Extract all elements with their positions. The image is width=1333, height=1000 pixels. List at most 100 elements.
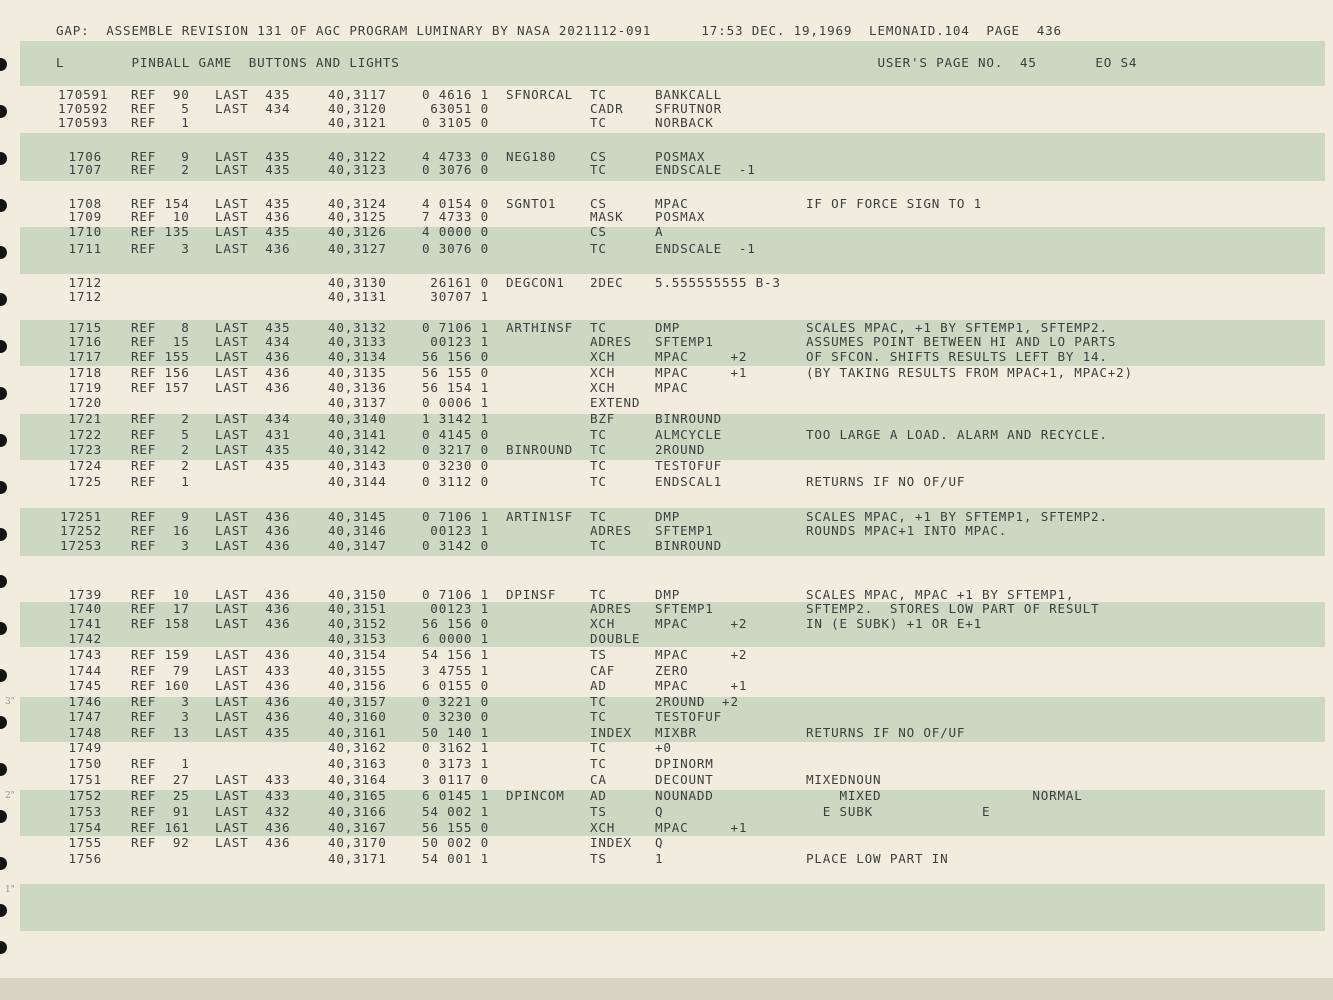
- row-operand: 1: [655, 851, 664, 866]
- row-code: 56 155 0: [421, 820, 489, 835]
- row-comment: SCALES MPAC, MPAC +1 BY SFTEMP1,: [806, 587, 1075, 602]
- row-operand: TESTOFUF: [655, 709, 723, 724]
- row-addr: 40,3162: [328, 740, 387, 755]
- row-code: 56 155 0: [421, 365, 489, 380]
- row-code: 50 002 0: [421, 835, 489, 850]
- row-last: LAST 434: [215, 411, 291, 426]
- row-addr: 40,3151: [328, 601, 387, 616]
- row-ref: REF 3: [131, 694, 190, 709]
- row-addr: 40,3140: [328, 411, 387, 426]
- row-operand: MPAC +2: [655, 349, 748, 364]
- row-seq: 1742: [68, 631, 102, 646]
- row-operand: DMP: [655, 587, 681, 602]
- row-operand: A: [655, 224, 664, 239]
- row-seq: 1740: [68, 601, 102, 616]
- row-ref: REF 3: [131, 709, 190, 724]
- row-ref: REF 2: [131, 162, 190, 177]
- row-code: 00123 1: [413, 601, 489, 616]
- row-addr: 40,3135: [328, 365, 387, 380]
- feed-hole: [0, 857, 7, 870]
- row-addr: 40,3170: [328, 835, 387, 850]
- row-seq: 1751: [68, 772, 102, 787]
- row-ref: REF 2: [131, 411, 190, 426]
- row-ref: REF 92: [131, 835, 190, 850]
- row-op: INDEX: [590, 835, 632, 850]
- row-seq: 1747: [68, 709, 102, 724]
- feed-hole: [0, 763, 7, 776]
- feed-hole: [0, 904, 7, 917]
- row-ref: REF 160: [131, 678, 190, 693]
- row-label: ARTHINSF: [506, 320, 574, 335]
- row-seq: 1750: [68, 756, 102, 771]
- row-comment: SCALES MPAC, +1 BY SFTEMP1, SFTEMP2.: [806, 509, 1108, 524]
- row-operand: +0: [655, 740, 672, 755]
- row-ref: REF 158: [131, 616, 190, 631]
- row-last: LAST 435: [215, 162, 291, 177]
- row-seq: 1741: [68, 616, 102, 631]
- row-addr: 40,3117: [328, 87, 387, 102]
- row-op: TC: [590, 756, 607, 771]
- row-operand: SFTEMP1: [655, 523, 714, 538]
- row-seq: 1739: [68, 587, 102, 602]
- row-op: TC: [590, 694, 607, 709]
- row-code: 0 7106 1: [421, 509, 489, 524]
- row-op: 2DEC: [590, 275, 624, 290]
- row-seq: 170591: [58, 87, 109, 102]
- row-addr: 40,3153: [328, 631, 387, 646]
- row-last: LAST 432: [215, 804, 291, 819]
- row-ref: REF 27: [131, 772, 190, 787]
- row-operand: POSMAX: [655, 209, 706, 224]
- row-code: 0 3076 0: [421, 162, 489, 177]
- row-op: ADRES: [590, 334, 632, 349]
- row-addr: 40,3142: [328, 442, 387, 457]
- row-addr: 40,3127: [328, 241, 387, 256]
- row-addr: 40,3163: [328, 756, 387, 771]
- row-comment: PLACE LOW PART IN: [806, 851, 949, 866]
- row-addr: 40,3130: [328, 275, 387, 290]
- row-ref: REF 3: [131, 241, 190, 256]
- row-addr: 40,3137: [328, 395, 387, 410]
- feed-hole: [0, 528, 7, 541]
- row-seq: 1725: [68, 474, 102, 489]
- row-op: EXTEND: [590, 395, 641, 410]
- row-op: TS: [590, 647, 607, 662]
- row-op: TS: [590, 804, 607, 819]
- row-op: CA: [590, 772, 607, 787]
- row-seq: 1712: [68, 289, 102, 304]
- row-code: 0 7106 1: [421, 587, 489, 602]
- row-operand: DPINORM: [655, 756, 714, 771]
- row-ref: REF 2: [131, 458, 190, 473]
- page-subheader: L PINBALL GAME BUTTONS AND LIGHTS USER'S…: [56, 55, 1138, 70]
- row-last: LAST 436: [215, 709, 291, 724]
- feed-hole: [0, 199, 7, 212]
- row-code: 1 3142 1: [421, 411, 489, 426]
- feed-hole: [0, 293, 7, 306]
- row-ref: REF 135: [131, 224, 190, 239]
- row-code: 54 156 1: [421, 647, 489, 662]
- row-comment: MIXEDNOUN: [806, 772, 882, 787]
- row-operand: Q: [655, 804, 664, 819]
- row-operand: 2ROUND +2: [655, 694, 739, 709]
- row-addr: 40,3120: [328, 101, 387, 116]
- row-seq: 1754: [68, 820, 102, 835]
- row-op: CAF: [590, 663, 616, 678]
- row-last: LAST 436: [215, 349, 291, 364]
- row-last: LAST 435: [215, 458, 291, 473]
- row-label: DPINSF: [506, 587, 557, 602]
- row-operand: BINROUND: [655, 538, 723, 553]
- row-seq: 1720: [68, 395, 102, 410]
- row-seq: 1721: [68, 411, 102, 426]
- row-operand: BANKCALL: [655, 87, 723, 102]
- row-op: XCH: [590, 365, 616, 380]
- row-comment: SFTEMP2. STORES LOW PART OF RESULT: [806, 601, 1100, 616]
- row-code: 0 3230 0: [421, 709, 489, 724]
- row-comment: MIXED NORMAL: [806, 788, 1083, 803]
- row-comment: ROUNDS MPAC+1 INTO MPAC.: [806, 523, 1008, 538]
- row-comment: ASSUMES POINT BETWEEN HI AND LO PARTS: [806, 334, 1117, 349]
- row-last: LAST 433: [215, 788, 291, 803]
- row-ref: REF 155: [131, 349, 190, 364]
- margin-mark: 1": [5, 885, 15, 895]
- row-code: 63051 0: [413, 101, 489, 116]
- row-addr: 40,3141: [328, 427, 387, 442]
- feed-hole: [0, 105, 7, 118]
